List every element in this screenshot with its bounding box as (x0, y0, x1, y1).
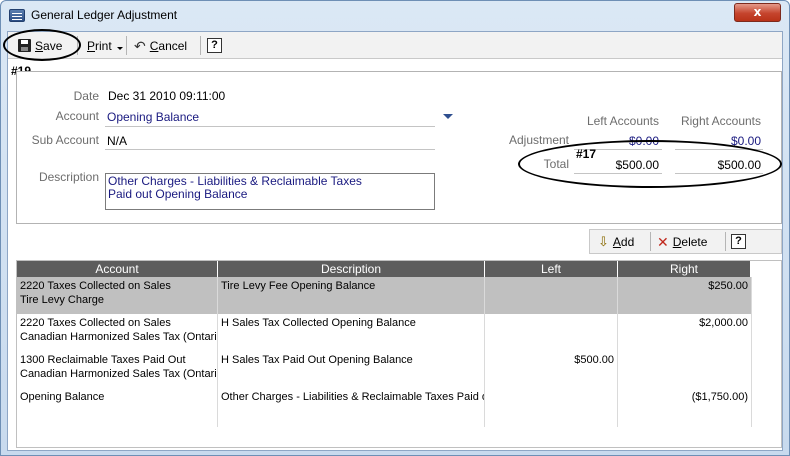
cell-right: $2,000.00 (699, 317, 748, 329)
toolbar: Save Print ↶ Cancel ? (8, 32, 782, 59)
grid-column-divider (751, 277, 752, 427)
ledger-app-icon (9, 9, 25, 22)
row-actions-bar: ⇩ Add ✕ Delete ? (589, 229, 782, 254)
toolbar-separator (650, 232, 651, 251)
cell-description: Other Charges - Liabilities & Reclaimabl… (221, 391, 484, 403)
grid-column-divider (617, 277, 618, 427)
cell-right (618, 351, 751, 355)
account-label: Account (55, 109, 99, 123)
application-window: General Ledger Adjustment x Save Print ↶… (0, 0, 790, 456)
cell-left (485, 388, 617, 392)
client-area: Save Print ↶ Cancel ? #19 Date Dec 31 20… (3, 29, 783, 451)
add-arrow-icon: ⇩ (598, 233, 609, 249)
help-icon: ? (731, 234, 746, 249)
delete-button[interactable]: ✕ Delete (657, 231, 707, 252)
date-label: Date (73, 89, 99, 103)
table-row[interactable]: Opening Balance Other Charges - Liabilit… (17, 388, 752, 425)
column-header-description[interactable]: Description (218, 261, 485, 277)
dropdown-caret-icon (116, 47, 123, 50)
cell-account: 2220 Taxes Collected on Sales Tire Levy … (17, 277, 217, 309)
delete-label: Delete (672, 234, 708, 249)
undo-arrow-icon: ↶ (134, 37, 146, 54)
account-line: 2220 Taxes Collected on Sales (20, 317, 171, 329)
subaccount-line: Tire Levy Charge (20, 294, 104, 306)
cell-account: 2220 Taxes Collected on Sales Canadian H… (17, 314, 217, 346)
account-dropdown-icon[interactable] (443, 114, 453, 119)
annotation-ellipse-save (3, 29, 81, 61)
column-header-account[interactable]: Account (17, 261, 218, 277)
column-header-right[interactable]: Right (618, 261, 751, 277)
grid-help-button[interactable]: ? (731, 231, 746, 252)
help-icon: ? (207, 38, 222, 53)
toolbar-separator (200, 36, 201, 55)
account-underline (105, 126, 435, 127)
description-line: Paid out Opening Balance (108, 187, 248, 201)
grid-column-divider (484, 277, 485, 427)
subaccount-line: Canadian Harmonized Sales Tax (Ontario) (20, 368, 217, 380)
help-button[interactable]: ? (207, 35, 222, 56)
cell-account: 1300 Reclaimable Taxes Paid Out Canadian… (17, 351, 217, 383)
add-label: Add (612, 234, 635, 249)
cell-description: Tire Levy Fee Opening Balance (221, 280, 376, 292)
subaccount-label: Sub Account (31, 133, 99, 147)
subaccount-underline (105, 149, 435, 150)
subaccount-field[interactable]: N/A (107, 134, 127, 148)
account-line: Opening Balance (20, 391, 105, 403)
add-button[interactable]: ⇩ Add (598, 231, 634, 252)
annotation-totals-label: #17 (576, 147, 597, 161)
window-title: General Ledger Adjustment (31, 8, 178, 22)
table-row[interactable]: 2220 Taxes Collected on Sales Canadian H… (17, 314, 752, 351)
cell-account: Opening Balance (17, 388, 217, 406)
cell-left: $500.00 (574, 354, 614, 366)
date-value[interactable]: Dec 31 2010 09:11:00 (108, 89, 225, 103)
account-line: 2220 Taxes Collected on Sales (20, 280, 171, 292)
cancel-button[interactable]: ↶ Cancel (134, 35, 187, 56)
adjustment-label: Adjustment (508, 133, 569, 147)
toolbar-separator (725, 232, 726, 251)
grid-column-divider (217, 277, 218, 427)
delete-x-icon: ✕ (657, 233, 669, 250)
cell-left (485, 314, 617, 318)
close-button[interactable]: x (734, 3, 781, 22)
cell-left (485, 277, 617, 281)
right-accounts-header: Right Accounts (680, 114, 761, 128)
account-line: 1300 Reclaimable Taxes Paid Out (20, 354, 186, 366)
cell-right: $250.00 (708, 280, 748, 292)
toolbar-separator (126, 36, 127, 55)
subaccount-line: Canadian Harmonized Sales Tax (Ontario) (20, 331, 217, 343)
left-accounts-header: Left Accounts (586, 114, 659, 128)
title-bar[interactable]: General Ledger Adjustment x (1, 1, 789, 29)
print-label: Print (87, 38, 112, 53)
table-row[interactable]: 1300 Reclaimable Taxes Paid Out Canadian… (17, 351, 752, 388)
description-label: Description (38, 170, 99, 184)
table-row[interactable]: 2220 Taxes Collected on Sales Tire Levy … (17, 277, 752, 314)
column-header-left[interactable]: Left (485, 261, 618, 277)
adjustment-lines-grid: Account Description Left Right 2220 Taxe… (16, 260, 782, 448)
cell-description: H Sales Tax Collected Opening Balance (221, 317, 416, 329)
cancel-label: Cancel (149, 38, 188, 53)
description-field[interactable]: Other Charges - Liabilities & Reclaimabl… (105, 173, 435, 210)
cell-description: H Sales Tax Paid Out Opening Balance (221, 354, 413, 366)
account-field[interactable]: Opening Balance (107, 110, 199, 124)
cell-right: ($1,750.00) (691, 391, 748, 403)
annotation-ellipse-totals (518, 140, 782, 188)
print-button[interactable]: Print (87, 35, 123, 56)
